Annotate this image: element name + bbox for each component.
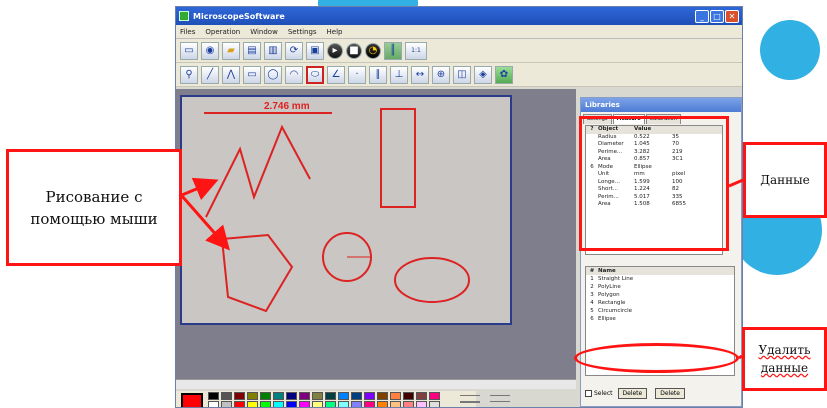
screenshot-stage: MicroscopeSoftware _ □ ✕ Files Operation… [0,0,827,408]
arrow-to-polyline [181,177,219,201]
arrow-to-polygon [180,195,230,251]
annotation-arrows [180,177,744,360]
arrow-to-delete [738,354,743,360]
arrow-to-data [728,178,744,188]
